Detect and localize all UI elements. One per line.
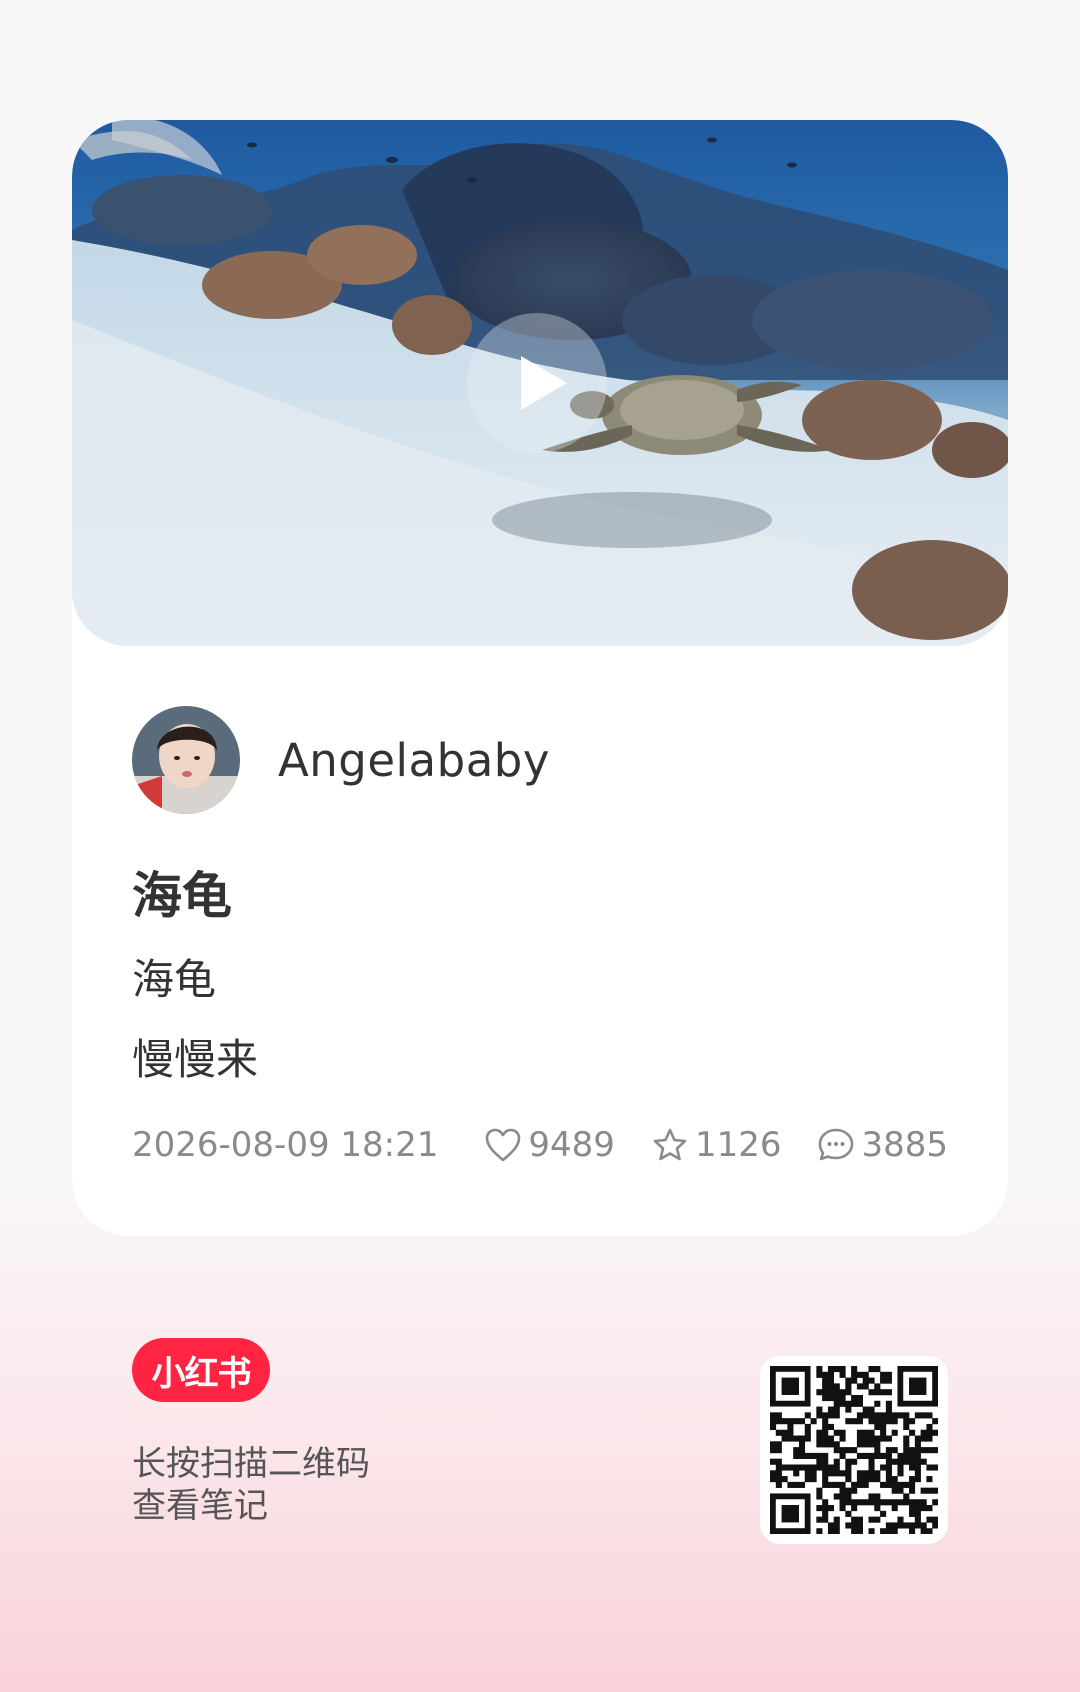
note-body-line-2: 慢慢来 [132, 1035, 259, 1084]
play-icon [521, 356, 567, 410]
collect-count: 1126 [694, 1125, 782, 1165]
play-button[interactable] [467, 313, 607, 453]
note-body-line-1: 海龟 [132, 955, 217, 1004]
star-icon [653, 1128, 687, 1161]
publish-date: 2026-08-09 18:21 [132, 1125, 439, 1165]
comment-count: 3885 [861, 1125, 948, 1165]
video-cover[interactable] [72, 120, 1008, 646]
note-title: 海龟 [132, 867, 232, 925]
comment-stat[interactable]: 3885 [817, 1125, 948, 1165]
author-name[interactable]: Angelababy [278, 734, 550, 787]
author-row[interactable]: Angelababy [132, 706, 550, 814]
avatar[interactable] [132, 706, 240, 814]
qr-code-image [770, 1366, 938, 1534]
like-stat[interactable]: 9489 [484, 1125, 615, 1165]
note-card[interactable]: Angelababy 海龟 海龟 慢慢来 2026-08-09 18:21 94… [72, 120, 1008, 1236]
scan-hint-line-2: 查看笔记 [132, 1486, 268, 1526]
comment-icon [819, 1128, 854, 1161]
heart-icon [486, 1128, 521, 1162]
note-meta-row: 2026-08-09 18:21 9489 1126 3885 [132, 1120, 948, 1170]
xiaohongshu-logo: 小红书 [132, 1338, 270, 1402]
qr-code[interactable] [760, 1356, 948, 1544]
like-count: 9489 [528, 1125, 615, 1165]
collect-stat[interactable]: 1126 [651, 1125, 782, 1165]
